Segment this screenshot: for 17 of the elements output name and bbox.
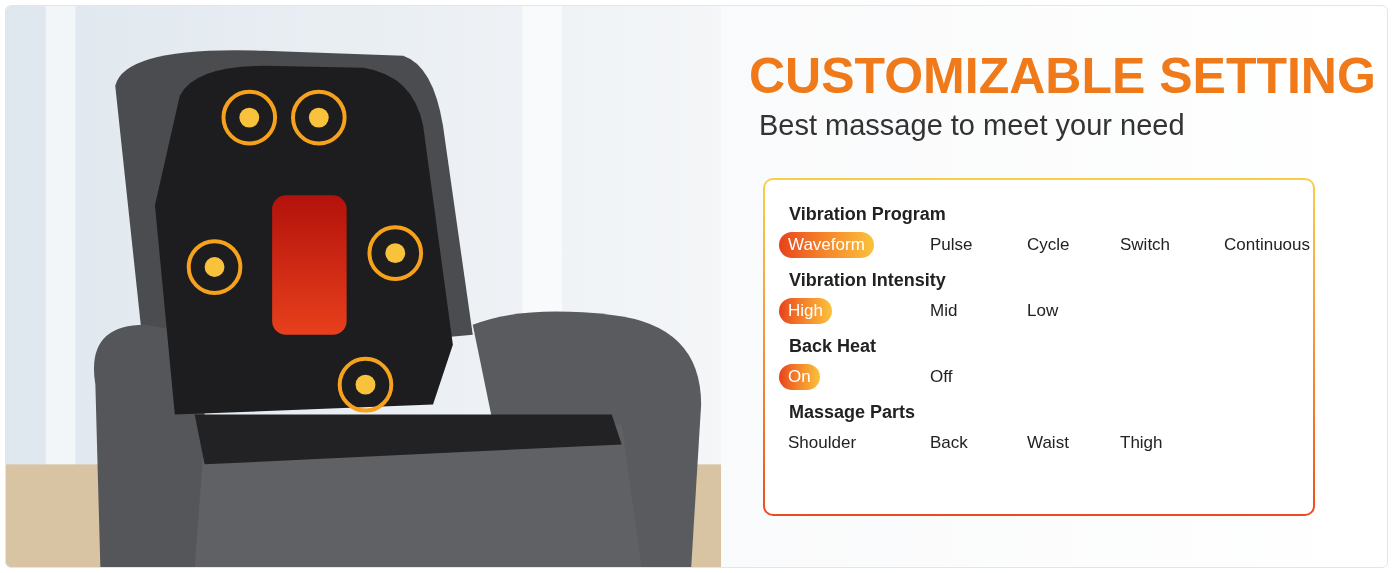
- option-chip[interactable]: Off: [921, 364, 962, 390]
- setting-label: Vibration Intensity: [788, 269, 947, 292]
- option-chip[interactable]: Pulse: [921, 232, 982, 258]
- option-chip[interactable]: Waist: [1018, 430, 1078, 456]
- option-chip[interactable]: Shoulder: [779, 430, 866, 456]
- setting-label: Massage Parts: [788, 401, 917, 424]
- setting-label: Vibration Program: [788, 203, 947, 226]
- option-chip[interactable]: Mid: [921, 298, 967, 324]
- option-chip[interactable]: Switch: [1111, 232, 1180, 258]
- option-chip[interactable]: Thigh: [1111, 430, 1172, 456]
- setting-label: Back Heat: [788, 335, 878, 358]
- option-chip[interactable]: Low: [1018, 298, 1068, 324]
- option-chip[interactable]: Cycle: [1018, 232, 1079, 258]
- option-chip[interactable]: Continuous: [1215, 232, 1319, 258]
- headline: CUSTOMIZABLE SETTING: [749, 47, 1376, 106]
- option-chip[interactable]: Back: [921, 430, 977, 456]
- subheadline: Best massage to meet your need: [759, 108, 1186, 143]
